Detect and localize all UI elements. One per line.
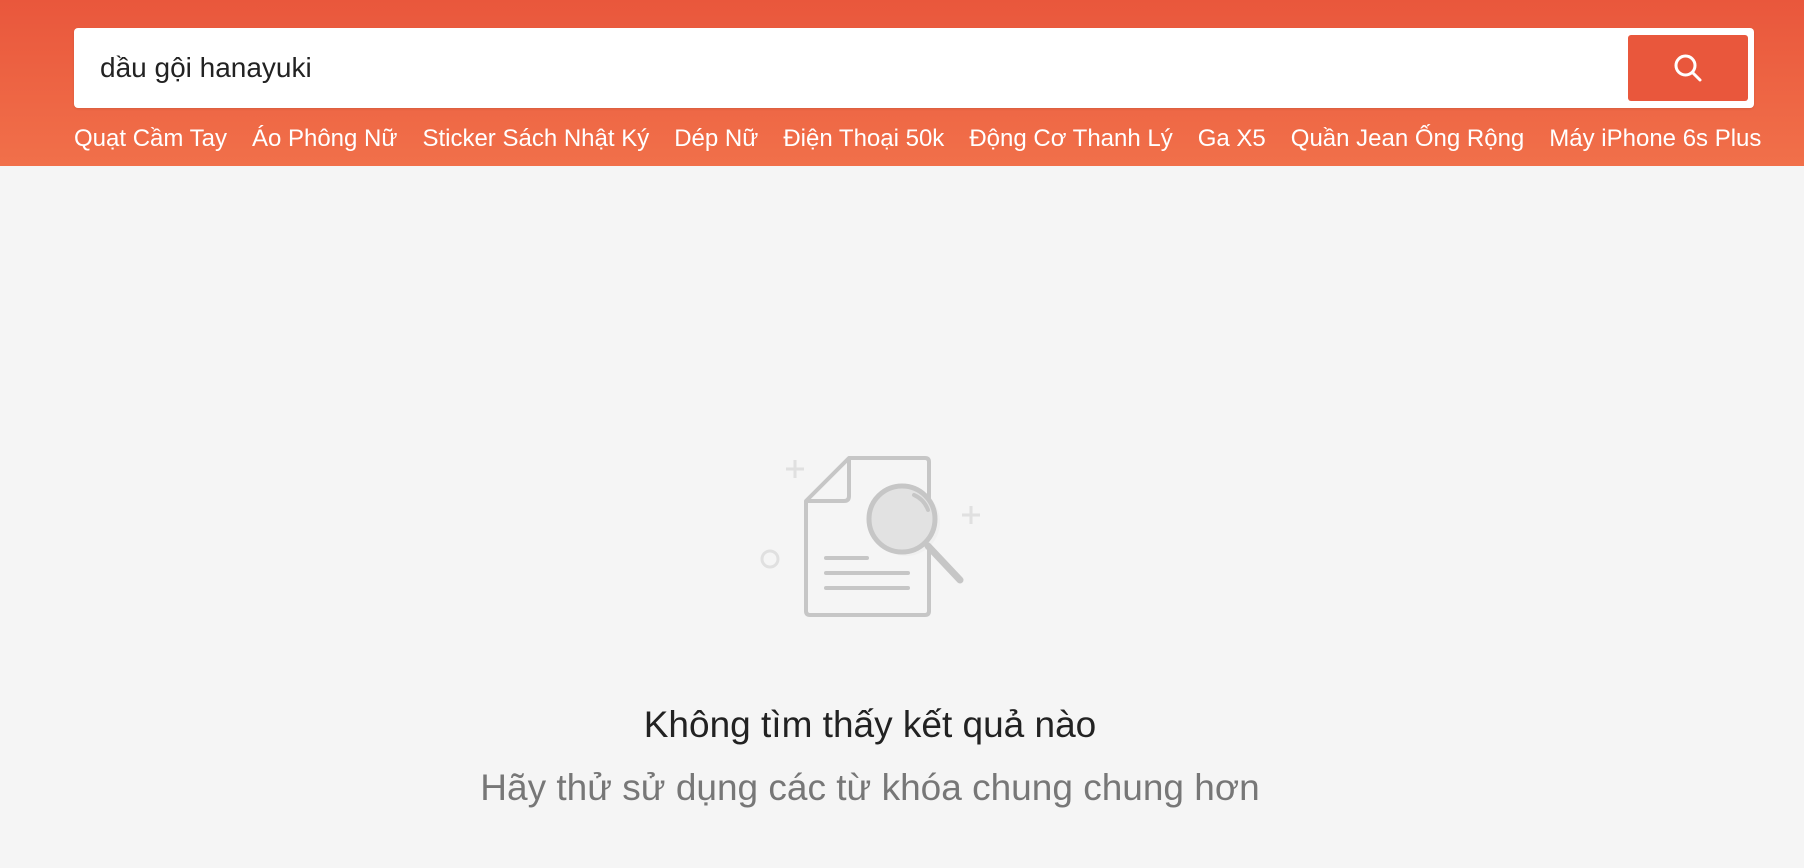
document-search-icon <box>760 456 980 617</box>
keyword-link[interactable]: Sticker Sách Nhật Ký <box>422 122 649 156</box>
keyword-link[interactable]: Điện Thoại 50k <box>783 122 944 156</box>
keyword-link[interactable]: Ga X5 <box>1198 122 1266 156</box>
keyword-link[interactable]: Quạt Cầm Tay <box>74 122 227 156</box>
search-button[interactable] <box>1628 35 1748 101</box>
header: Quạt Cầm Tay Áo Phông Nữ Sticker Sách Nh… <box>0 0 1804 166</box>
keyword-link[interactable]: Áo Phông Nữ <box>252 122 398 156</box>
empty-state-title: Không tìm thấy kết quả nào <box>643 704 1097 745</box>
search-icon <box>1674 54 1702 82</box>
suggested-keywords: Quạt Cầm Tay Áo Phông Nữ Sticker Sách Nh… <box>74 122 1764 156</box>
empty-state-subtitle: Hãy thử sử dụng các từ khóa chung chung … <box>480 767 1260 808</box>
keyword-link[interactable]: Động Cơ Thanh Lý <box>969 122 1172 156</box>
keyword-link[interactable]: Quần Jean Ống Rộng <box>1291 122 1525 156</box>
search-bar <box>74 28 1754 108</box>
keyword-link[interactable]: Máy iPhone 6s Plus <box>1549 122 1761 156</box>
search-input[interactable] <box>74 28 1614 108</box>
keyword-link[interactable]: Dép Nữ <box>674 122 758 156</box>
